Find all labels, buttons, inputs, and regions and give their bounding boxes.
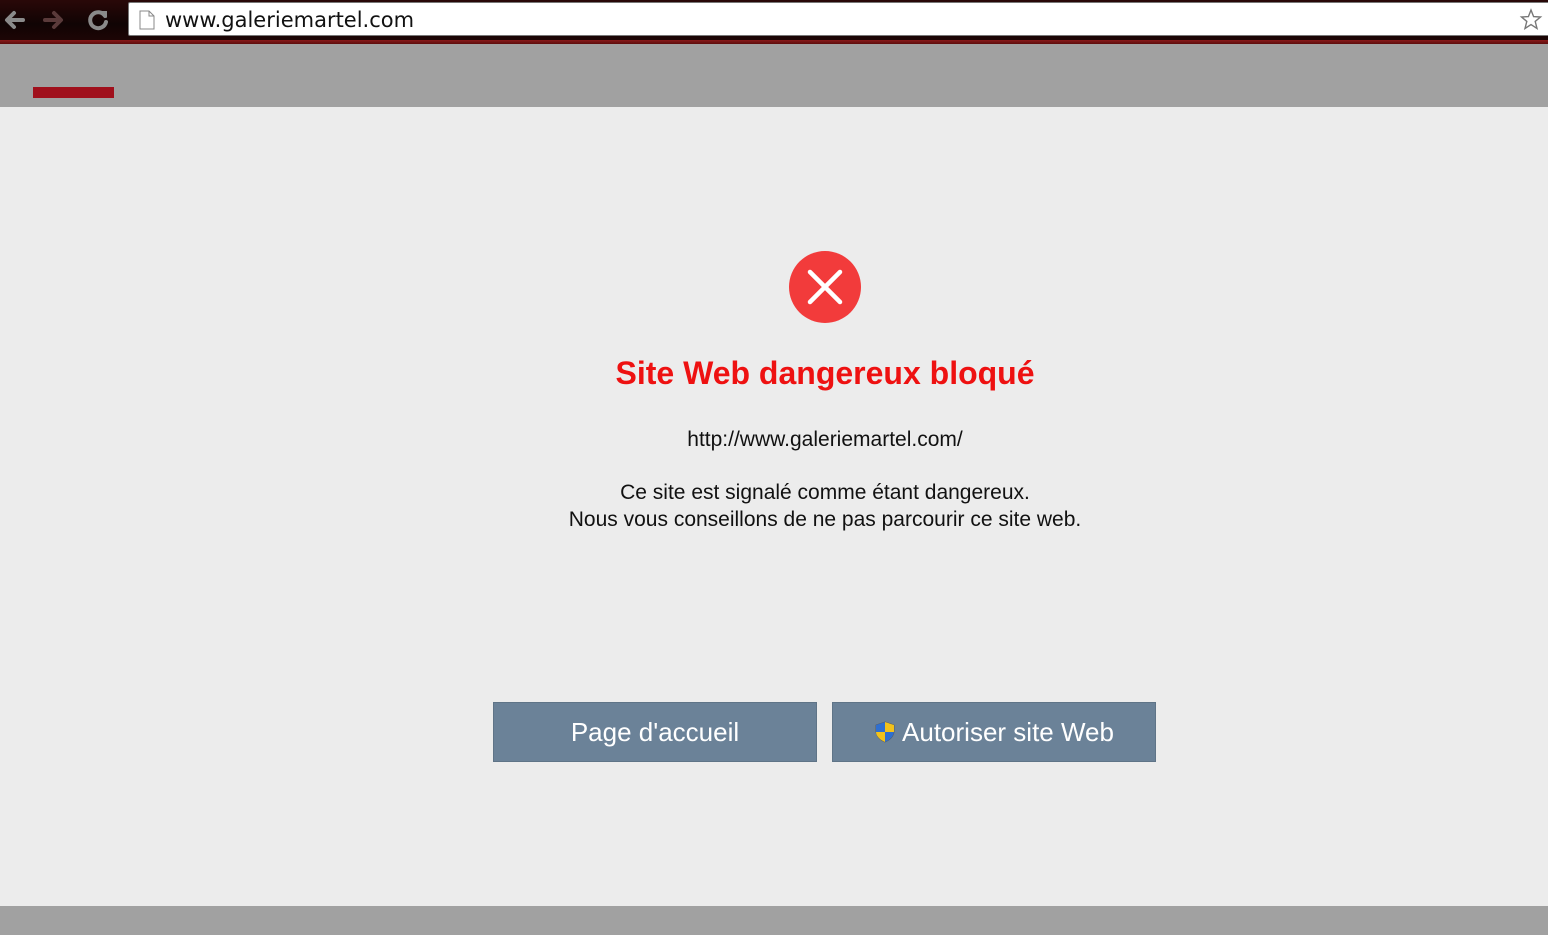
header-accent-bar <box>33 87 114 98</box>
star-icon[interactable] <box>1519 8 1543 32</box>
forward-button[interactable] <box>40 6 68 34</box>
page-header-band <box>0 44 1548 107</box>
error-x-circle-icon <box>789 251 861 323</box>
home-page-button[interactable]: Page d'accueil <box>493 702 817 762</box>
back-arrow-icon <box>5 11 25 29</box>
home-page-button-label: Page d'accueil <box>570 716 740 747</box>
warning-message-line-1: Ce site est signalé comme étant dangereu… <box>620 481 1030 504</box>
browser-toolbar: www.galeriemartel.com <box>0 0 1548 40</box>
back-button[interactable] <box>0 6 28 34</box>
warning-message: Ce site est signalé comme étant dangereu… <box>0 479 1548 533</box>
allow-website-button[interactable]: Autoriser site Web <box>832 702 1156 762</box>
reload-button[interactable] <box>84 6 112 34</box>
page-title: Site Web dangereux bloqué <box>615 355 1035 391</box>
address-bar-url[interactable]: www.galeriemartel.com <box>165 8 414 32</box>
blocked-page-content: Site Web dangereux bloqué http://www.gal… <box>0 107 1548 906</box>
forward-arrow-icon <box>43 11 63 29</box>
page-icon <box>139 10 155 30</box>
reload-icon <box>88 10 108 31</box>
address-bar[interactable]: www.galeriemartel.com <box>128 2 1548 36</box>
warning-message-line-2: Nous vous conseillons de ne pas parcouri… <box>568 508 1082 531</box>
uac-shield-icon <box>875 721 895 743</box>
allow-website-button-label: Autoriser site Web <box>902 716 1114 747</box>
blocked-url: http://www.galeriemartel.com/ <box>687 428 963 451</box>
page-footer-band <box>0 906 1548 935</box>
